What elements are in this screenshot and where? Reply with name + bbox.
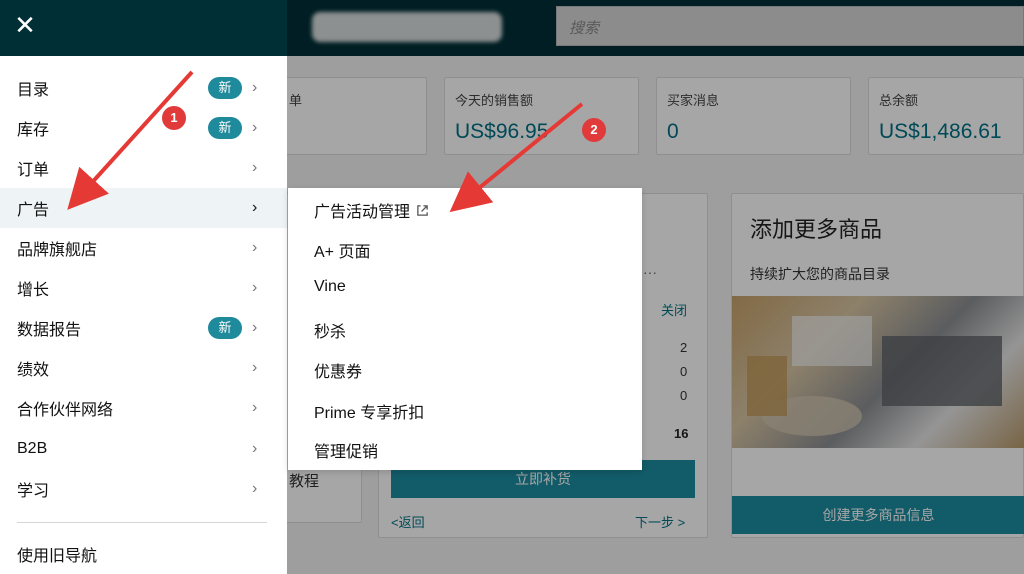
menu-item-label: 订单: [17, 162, 50, 179]
menu-item-brand-store[interactable]: 品牌旗舰店 ›: [0, 228, 287, 268]
submenu-item-label: Vine: [314, 278, 346, 295]
menu-divider: [17, 522, 267, 523]
menu-item-reports[interactable]: 数据报告 新 ›: [0, 308, 287, 348]
submenu-item-label: A+ 页面: [314, 244, 371, 261]
submenu-item-label: 优惠券: [314, 364, 363, 381]
submenu-item-lightning-deals[interactable]: 秒杀: [314, 318, 346, 342]
menu-item-partner-network[interactable]: 合作伙伴网络 ›: [0, 388, 287, 428]
menu-item-label: 广告: [17, 202, 50, 219]
submenu-item-label: Prime 专享折扣: [314, 405, 425, 422]
annotation-number-1: 1: [162, 106, 186, 130]
submenu-item-vine[interactable]: Vine: [314, 278, 346, 296]
close-icon[interactable]: ✕: [14, 12, 36, 38]
new-badge: 新: [208, 317, 242, 339]
use-old-navigation-link[interactable]: 使用旧导航: [0, 534, 287, 574]
submenu-item-manage-promotions[interactable]: 管理促销: [314, 438, 378, 462]
menu-item-label: 绩效: [17, 362, 50, 379]
submenu-item-campaign-manager[interactable]: 广告活动管理: [314, 198, 429, 222]
submenu-item-a-plus-content[interactable]: A+ 页面: [314, 238, 370, 262]
chevron-right-icon: ›: [252, 159, 258, 176]
submenu-item-label: 广告活动管理: [314, 204, 411, 221]
annotation-number-2: 2: [582, 118, 606, 142]
chevron-right-icon: ›: [252, 319, 258, 336]
submenu-item-prime-discounts[interactable]: Prime 专享折扣: [314, 399, 424, 423]
menu-item-growth[interactable]: 增长 ›: [0, 268, 287, 308]
menu-item-inventory[interactable]: 库存 新 ›: [0, 108, 287, 148]
menu-item-label: 目录: [17, 82, 50, 99]
menu-item-label: 库存: [17, 122, 50, 139]
chevron-right-icon: ›: [252, 359, 258, 376]
advertising-submenu: 广告活动管理 A+ 页面 Vine 秒杀 优惠券 Prime 专享折扣 管理促销: [288, 188, 642, 470]
external-link-icon: [417, 204, 428, 216]
submenu-item-label: 秒杀: [314, 324, 347, 341]
menu-item-label: 品牌旗舰店: [17, 242, 98, 259]
drawer-header: ✕: [0, 0, 287, 56]
new-badge: 新: [208, 117, 242, 139]
menu-item-learn[interactable]: 学习 ›: [0, 469, 287, 509]
menu-item-label: B2B: [17, 440, 48, 457]
menu-item-label: 数据报告: [17, 322, 82, 339]
chevron-right-icon: ›: [252, 239, 258, 256]
chevron-right-icon: ›: [252, 119, 258, 136]
chevron-right-icon: ›: [252, 399, 258, 416]
menu-item-orders[interactable]: 订单 ›: [0, 148, 287, 188]
side-navigation-drawer: ✕ 目录 新 › 库存 新 › 订单 › 广告 › 品牌旗舰店 › 增长 › 数…: [0, 0, 287, 574]
menu-item-label: 学习: [17, 483, 50, 500]
menu-item-label: 增长: [17, 282, 50, 299]
new-badge: 新: [208, 77, 242, 99]
submenu-item-label: 管理促销: [314, 444, 379, 461]
menu-item-b2b[interactable]: B2B ›: [0, 429, 287, 469]
chevron-right-icon: ›: [252, 480, 258, 497]
menu-item-catalog[interactable]: 目录 新 ›: [0, 68, 287, 108]
chevron-right-icon: ›: [252, 279, 258, 296]
menu-item-advertising[interactable]: 广告 ›: [0, 188, 287, 228]
chevron-right-icon: ›: [252, 199, 258, 216]
chevron-right-icon: ›: [252, 79, 258, 96]
chevron-right-icon: ›: [252, 440, 258, 457]
menu-item-performance[interactable]: 绩效 ›: [0, 348, 287, 388]
submenu-item-coupons[interactable]: 优惠券: [314, 358, 362, 382]
menu-item-label: 合作伙伴网络: [17, 402, 114, 419]
footer-label: 使用旧导航: [17, 548, 98, 565]
